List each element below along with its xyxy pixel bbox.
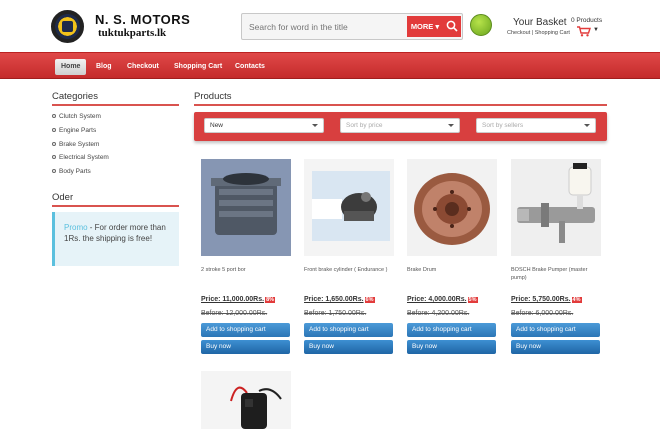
discount-badge: 5%: [467, 297, 478, 303]
caret-down-icon: [584, 124, 590, 127]
select-value: New: [210, 122, 224, 129]
more-button[interactable]: MORE ▾: [407, 16, 443, 37]
electrical-part-image: [201, 371, 291, 429]
caret-down-icon: [448, 124, 454, 127]
cart-icon[interactable]: [577, 26, 591, 37]
bullet-icon: [52, 169, 56, 174]
old-price: Before: 4,200.00Rs.: [407, 310, 470, 317]
basket-links[interactable]: Checkout | Shopping Cart: [507, 30, 570, 36]
product-price: Price: 5,750.00Rs. 4%: [511, 296, 582, 303]
category-label: Brake System: [59, 141, 100, 148]
category-item[interactable]: Electrical System: [52, 154, 109, 161]
bullet-icon: [52, 142, 56, 147]
product-name[interactable]: Brake Drum: [407, 266, 497, 274]
buy-now-button[interactable]: Buy now: [304, 340, 393, 354]
brake-drum-image: [407, 159, 497, 256]
order-title: Oder: [52, 192, 74, 203]
product-image[interactable]: [201, 159, 291, 256]
caret-down-icon[interactable]: ▼: [593, 27, 599, 33]
nav-shopping-cart[interactable]: Shopping Cart: [174, 59, 222, 75]
discount-badge: 4%: [571, 297, 582, 303]
select-placeholder: Sort by sellers: [482, 122, 524, 129]
add-to-cart-button[interactable]: Add to shopping cart: [511, 323, 600, 337]
promo-label: Promo: [64, 223, 88, 232]
discount-badge: 8%: [265, 297, 276, 303]
basket-title[interactable]: Your Basket: [513, 17, 567, 28]
brand-subtitle[interactable]: tuktukparts.lk: [98, 27, 166, 39]
price-value: Price: 11,000.00Rs.: [201, 296, 265, 303]
nav-blog[interactable]: Blog: [96, 59, 112, 75]
product-image[interactable]: [511, 159, 601, 256]
category-label: Electrical System: [59, 154, 109, 161]
product-image[interactable]: [304, 159, 394, 256]
product-image[interactable]: [407, 159, 497, 256]
sort-sellers-select[interactable]: Sort by sellers: [476, 118, 596, 133]
divider: [52, 205, 179, 207]
brand-title[interactable]: N. S. MOTORS: [95, 12, 190, 27]
nav-contacts[interactable]: Contacts: [235, 59, 265, 75]
product-name[interactable]: BOSCH Brake Pumper (master pump): [511, 266, 601, 282]
categories-title: Categories: [52, 91, 98, 102]
category-label: Engine Parts: [59, 127, 97, 134]
products-title: Products: [194, 91, 232, 102]
old-price: Before: 1,750.00Rs.: [304, 310, 367, 317]
nav-home[interactable]: Home: [55, 59, 87, 75]
old-price: Before: 12,000.00Rs.: [201, 310, 268, 317]
category-item[interactable]: Body Parts: [52, 168, 91, 175]
search-icon: [446, 20, 458, 32]
cylinder-image: [201, 159, 291, 256]
main-nav: Home Blog Checkout Shopping Cart Contact…: [0, 52, 660, 79]
category-item[interactable]: Engine Parts: [52, 127, 96, 134]
category-item[interactable]: Brake System: [52, 141, 99, 148]
category-label: Body Parts: [59, 168, 91, 175]
buy-now-button[interactable]: Buy now: [407, 340, 496, 354]
discount-badge: 6%: [364, 297, 375, 303]
select-placeholder: Sort by price: [346, 122, 383, 129]
price-value: Price: 1,650.00Rs.: [304, 296, 364, 303]
promo-box: Promo - For order more than 1Rs. the shi…: [52, 212, 179, 266]
divider: [52, 104, 179, 106]
product-price: Price: 1,650.00Rs. 6%: [304, 296, 375, 303]
sort-new-select[interactable]: New: [204, 118, 324, 133]
basket-icon[interactable]: [470, 14, 492, 36]
add-to-cart-button[interactable]: Add to shopping cart: [201, 323, 290, 337]
bullet-icon: [52, 155, 56, 160]
tuktuk-icon: [62, 21, 73, 32]
product-price: Price: 11,000.00Rs. 8%: [201, 296, 276, 303]
add-to-cart-button[interactable]: Add to shopping cart: [407, 323, 496, 337]
old-price: Before: 6,000.00Rs.: [511, 310, 574, 317]
basket-count: 0 Products: [571, 17, 603, 24]
bullet-icon: [52, 114, 56, 119]
product-name[interactable]: Front brake cylinder ( Endurance ): [304, 266, 394, 274]
more-label: MORE: [410, 22, 434, 31]
bullet-icon: [52, 128, 56, 133]
add-to-cart-button[interactable]: Add to shopping cart: [304, 323, 393, 337]
buy-now-button[interactable]: Buy now: [511, 340, 600, 354]
product-price: Price: 4,000.00Rs. 5%: [407, 296, 478, 303]
filter-bar: New Sort by price Sort by sellers: [194, 112, 607, 141]
divider: [194, 104, 607, 106]
category-item[interactable]: Clutch System: [52, 113, 101, 120]
buy-now-button[interactable]: Buy now: [201, 340, 290, 354]
nav-checkout[interactable]: Checkout: [127, 59, 159, 75]
brake-cylinder-image: [304, 159, 394, 256]
search-bar: MORE ▾: [241, 13, 463, 40]
search-input[interactable]: [244, 16, 404, 37]
product-name[interactable]: 2 stroke 5 port bor: [201, 266, 291, 274]
product-image[interactable]: [201, 371, 291, 429]
caret-down-icon: ▾: [435, 22, 440, 31]
site-header: N. S. MOTORS tuktukparts.lk MORE ▾ Your …: [0, 0, 660, 52]
category-label: Clutch System: [59, 113, 101, 120]
master-pump-image: [511, 159, 601, 256]
price-value: Price: 5,750.00Rs.: [511, 296, 571, 303]
brand-logo[interactable]: [51, 10, 84, 43]
caret-down-icon: [312, 124, 318, 127]
search-button[interactable]: [443, 16, 461, 37]
price-value: Price: 4,000.00Rs.: [407, 296, 467, 303]
sort-price-select[interactable]: Sort by price: [340, 118, 460, 133]
